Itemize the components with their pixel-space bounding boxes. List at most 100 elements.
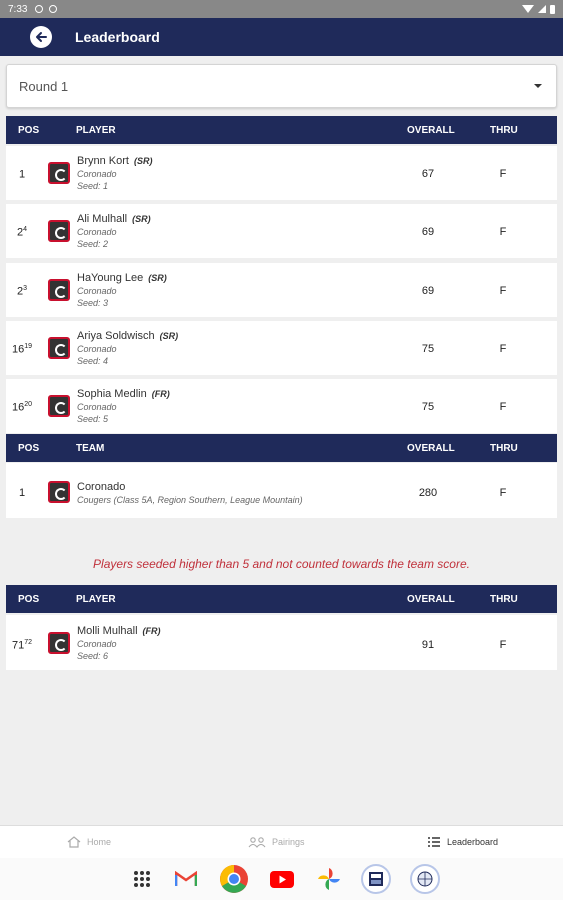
player-pos: 24 — [16, 226, 28, 239]
photos-icon[interactable] — [314, 864, 344, 894]
header-overall: OVERALL — [407, 594, 455, 605]
header-overall: OVERALL — [407, 443, 455, 454]
header-player: PLAYER — [76, 125, 116, 136]
status-time: 7:33 — [8, 3, 28, 15]
chrome-icon[interactable] — [219, 864, 249, 894]
player-thru: F — [499, 639, 507, 651]
player-row[interactable]: 7172 Molli Mulhall (FR) Coronado Seed: 6 … — [6, 615, 557, 670]
player-info: HaYoung Lee (SR) Coronado Seed: 3 — [77, 272, 167, 309]
player-thru: F — [499, 343, 507, 355]
player-pos: 1 — [18, 168, 26, 181]
gmail-icon[interactable] — [171, 864, 201, 894]
youtube-icon[interactable] — [267, 864, 297, 894]
status-bar: 7:33 — [0, 0, 563, 18]
signal-icon — [538, 5, 546, 13]
round-select[interactable]: Round 1 — [6, 64, 557, 108]
page-title: Leaderboard — [75, 29, 160, 45]
player-pos: 1619 — [11, 343, 33, 356]
player-table-header: POS PLAYER OVERALL THRU — [6, 116, 557, 144]
header-thru: THRU — [490, 443, 518, 454]
app-bar: Leaderboard — [0, 18, 563, 56]
wifi-icon — [522, 5, 534, 13]
player-seed: Seed: 3 — [77, 298, 109, 308]
school-logo-icon — [48, 337, 70, 359]
player-name: HaYoung Lee — [77, 272, 144, 284]
player-class: (SR) — [148, 273, 167, 283]
player-thru: F — [499, 401, 507, 413]
player-class: (SR) — [133, 156, 153, 166]
player-thru: F — [499, 285, 507, 297]
nav-home-label: Home — [87, 837, 112, 847]
school-logo-icon — [48, 481, 70, 503]
apps-grid-icon[interactable] — [127, 864, 157, 894]
team-name: Coronado — [77, 481, 126, 493]
player-row[interactable]: 24 Ali Mulhall (SR) Coronado Seed: 2 69 F — [6, 204, 557, 258]
back-arrow-icon — [36, 32, 47, 42]
player-class: (SR) — [132, 214, 151, 224]
header-player: PLAYER — [76, 594, 116, 605]
player-row[interactable]: 1620 Sophia Medlin (FR) Coronado Seed: 5 … — [6, 379, 557, 433]
player-class: (FR) — [142, 626, 161, 636]
school-logo-icon — [48, 395, 70, 417]
header-pos: POS — [18, 443, 40, 454]
player-name: Molli Mulhall — [77, 625, 138, 637]
player-name: Brynn Kort — [77, 155, 129, 167]
leaderboard-list-icon — [428, 837, 440, 847]
player-row[interactable]: 1619 Ariya Soldwisch (SR) Coronado Seed: … — [6, 321, 557, 375]
player-pos: 1620 — [11, 401, 33, 414]
player-row[interactable]: 23 HaYoung Lee (SR) Coronado Seed: 3 69 F — [6, 263, 557, 317]
bottom-nav: Home Pairings Leaderboard — [0, 825, 563, 858]
player-overall: 75 — [421, 401, 435, 413]
school-logo-icon — [48, 632, 70, 654]
header-team: TEAM — [76, 443, 105, 454]
team-desc: Cougers (Class 5A, Region Southern, Leag… — [77, 495, 303, 505]
school-logo-icon — [48, 279, 70, 301]
team-row[interactable]: 1 Coronado Cougers (Class 5A, Region Sou… — [6, 463, 557, 518]
player-info: Ali Mulhall (SR) Coronado Seed: 2 — [77, 213, 151, 250]
header-pos: POS — [18, 125, 40, 136]
sync-icon — [35, 5, 44, 13]
tournament-app-icon[interactable] — [361, 864, 391, 894]
player-school: Coronado — [77, 169, 117, 179]
player-class: (SR) — [159, 331, 179, 341]
player-school: Coronado — [77, 227, 117, 237]
player-info: Brynn Kort (SR) Coronado Seed: 1 — [77, 155, 152, 192]
seed-note: Players seeded higher than 5 and not cou… — [93, 557, 470, 571]
player-overall: 75 — [421, 343, 435, 355]
nav-home[interactable]: Home — [67, 836, 111, 848]
nav-leaderboard[interactable]: Leaderboard — [427, 836, 498, 848]
player-info: Molli Mulhall (FR) Coronado Seed: 6 — [77, 625, 161, 662]
player-info: Sophia Medlin (FR) Coronado Seed: 5 — [77, 388, 170, 425]
globe-app-icon[interactable] — [410, 864, 440, 894]
school-logo-icon — [48, 220, 70, 242]
player-info: Ariya Soldwisch (SR) Coronado Seed: 4 — [77, 330, 178, 367]
extra-player-table-header: POS PLAYER OVERALL THRU — [6, 585, 557, 613]
team-table-header: POS TEAM OVERALL THRU — [6, 434, 557, 462]
player-overall: 69 — [421, 285, 435, 297]
nav-pairings[interactable]: Pairings — [248, 836, 305, 848]
header-pos: POS — [18, 594, 40, 605]
pairings-icon — [248, 837, 266, 848]
nav-leaderboard-label: Leaderboard — [447, 837, 499, 847]
player-overall: 91 — [421, 639, 435, 651]
player-name: Ali Mulhall — [77, 213, 128, 225]
home-icon — [67, 836, 81, 848]
player-thru: F — [499, 226, 507, 238]
player-overall: 67 — [421, 168, 435, 180]
back-button[interactable] — [30, 26, 52, 48]
player-overall: 69 — [421, 226, 435, 238]
player-school: Coronado — [77, 402, 117, 412]
notification-icon — [49, 5, 58, 13]
header-overall: OVERALL — [407, 125, 455, 136]
school-logo-icon — [48, 162, 70, 184]
player-school: Coronado — [77, 639, 117, 649]
player-row[interactable]: 1 Brynn Kort (SR) Coronado Seed: 1 67 F — [6, 146, 557, 200]
player-seed: Seed: 2 — [77, 239, 109, 249]
player-seed: Seed: 1 — [77, 181, 109, 191]
header-thru: THRU — [490, 125, 518, 136]
player-name: Ariya Soldwisch — [77, 330, 155, 342]
header-thru: THRU — [490, 594, 518, 605]
player-seed: Seed: 6 — [77, 651, 109, 661]
player-school: Coronado — [77, 344, 117, 354]
app-dock — [0, 858, 563, 900]
